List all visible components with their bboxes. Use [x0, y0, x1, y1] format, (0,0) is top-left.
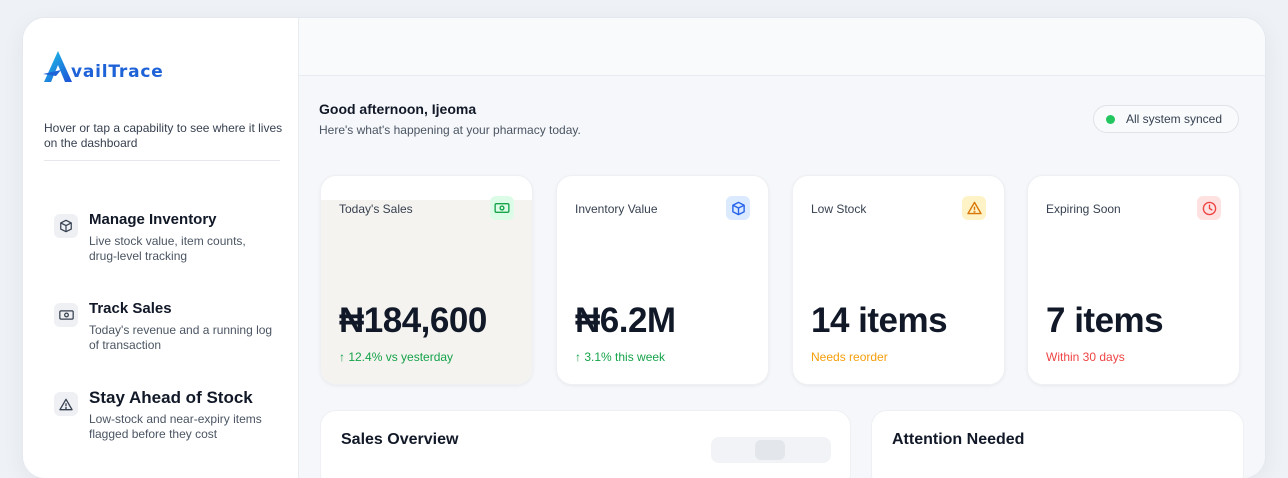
sync-status-badge[interactable]: All system synced	[1093, 105, 1239, 133]
card-value: 7 items	[1046, 301, 1164, 340]
card-status: Needs reorder	[811, 350, 888, 364]
sidebar-divider	[44, 160, 280, 161]
main-content: Good afternoon, Ijeoma Here's what's hap…	[299, 18, 1265, 478]
capability-title: Manage Inventory	[89, 211, 217, 228]
capability-title: Track Sales	[89, 300, 172, 317]
stat-card-low-stock[interactable]: Low Stock 14 items Needs reorder	[792, 175, 1005, 385]
card-value: 14 items	[811, 301, 948, 340]
clock-icon	[1197, 196, 1221, 220]
card-label: Today's Sales	[339, 202, 413, 216]
brand-name: vailTrace	[71, 62, 164, 82]
panel-title: Sales Overview	[341, 431, 459, 448]
panel-title: Attention Needed	[892, 431, 1025, 448]
brand-logo[interactable]: vailTrace	[43, 50, 164, 83]
capability-desc: Low-stock and near-expiry items flagged …	[89, 412, 262, 441]
sidebar-hint: Hover or tap a capability to see where i…	[44, 121, 283, 150]
attention-needed-panel: Attention Needed	[871, 410, 1244, 478]
card-trend: ↑ 12.4% vs yesterday	[339, 350, 454, 364]
box-icon	[726, 196, 750, 220]
logo-mark-icon	[43, 51, 72, 82]
card-label: Expiring Soon	[1046, 202, 1121, 216]
app-window: vailTrace Hover or tap a capability to s…	[23, 18, 1265, 478]
stat-card-expiring-soon[interactable]: Expiring Soon 7 items Within 30 days	[1027, 175, 1240, 385]
period-toggle-active[interactable]	[755, 440, 785, 460]
capability-title: Stay Ahead of Stock	[89, 388, 253, 407]
warning-icon	[54, 392, 78, 416]
stat-card-todays-sales[interactable]: Today's Sales ₦184,600 ↑ 12.4% vs yester…	[320, 175, 533, 385]
greeting-title: Good afternoon, Ijeoma	[319, 101, 477, 117]
card-label: Low Stock	[811, 202, 867, 216]
status-dot-icon	[1106, 114, 1115, 124]
card-value: ₦6.2M	[575, 301, 676, 340]
card-status: Within 30 days	[1046, 350, 1125, 364]
greeting-subtitle: Here's what's happening at your pharmacy…	[319, 123, 581, 137]
capability-desc: Live stock value, item counts, drug-leve…	[89, 234, 246, 263]
capability-desc: Today's revenue and a running log of tra…	[89, 323, 273, 352]
period-toggle[interactable]	[711, 437, 831, 463]
cash-icon	[490, 196, 514, 220]
top-bar	[299, 18, 1265, 76]
card-trend: ↑ 3.1% this week	[575, 350, 666, 364]
stat-card-inventory-value[interactable]: Inventory Value ₦6.2M ↑ 3.1% this week	[556, 175, 769, 385]
box-icon	[54, 214, 78, 238]
sync-status-text: All system synced	[1126, 112, 1223, 126]
cash-icon	[54, 303, 78, 327]
card-value: ₦184,600	[339, 301, 487, 340]
warning-icon	[962, 196, 986, 220]
sales-overview-panel: Sales Overview	[320, 410, 851, 478]
sidebar: vailTrace Hover or tap a capability to s…	[23, 18, 299, 478]
card-label: Inventory Value	[575, 202, 658, 216]
